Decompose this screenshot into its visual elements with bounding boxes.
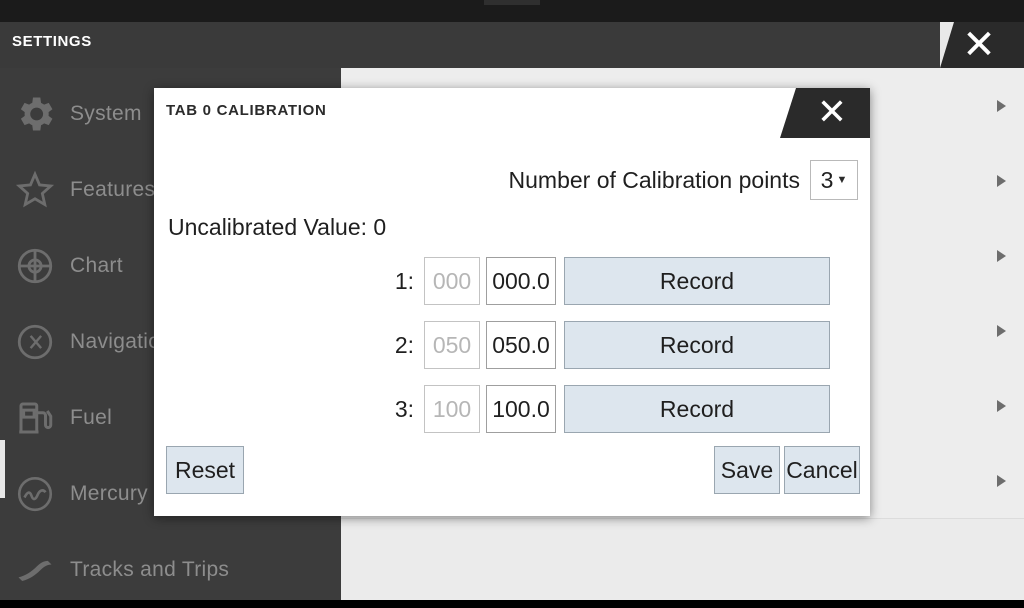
- chevron-right-icon: [997, 399, 1006, 412]
- chevron-down-icon: ▼: [836, 173, 848, 186]
- sidebar-item-label: Mercury: [70, 482, 148, 505]
- top-status-bar: [0, 0, 1024, 22]
- sidebar-item-label: Fuel: [70, 406, 113, 429]
- calibrated-value-field[interactable]: 100.0: [486, 385, 556, 433]
- close-icon[interactable]: ✕: [812, 94, 852, 132]
- chevron-right-icon: [997, 324, 1006, 337]
- record-button[interactable]: Record: [564, 257, 830, 305]
- sidebar-item-label: Tracks and Trips: [70, 558, 230, 581]
- calibration-row-1: 1: 000 000.0 Record: [154, 256, 870, 306]
- calibration-row-3: 3: 100 100.0 Record: [154, 384, 870, 434]
- uncalibrated-value-text: Uncalibrated Value: 0: [168, 214, 387, 240]
- raw-value-field[interactable]: 000: [424, 257, 480, 305]
- chevron-right-icon: [997, 99, 1006, 112]
- sidebar-item-tracks-and-trips[interactable]: Tracks and Trips: [0, 532, 341, 608]
- sidebar-item-label: System: [70, 102, 142, 125]
- gauge-icon: [0, 304, 70, 380]
- chevron-right-icon: [997, 249, 1006, 262]
- row-index-label: 2:: [394, 331, 414, 358]
- raw-value-field[interactable]: 050: [424, 321, 480, 369]
- window-title-bar: [0, 22, 940, 68]
- fuel-pump-icon: [0, 380, 70, 456]
- page-title: SETTINGS: [12, 33, 92, 50]
- calibration-points-label: Number of Calibration points: [508, 166, 800, 193]
- dialog-title: TAB 0 CALIBRATION: [166, 102, 327, 119]
- calibrated-value-field[interactable]: 000.0: [486, 257, 556, 305]
- reset-button[interactable]: Reset: [166, 446, 244, 494]
- calibration-points-select[interactable]: 3 ▼: [810, 160, 858, 200]
- calibration-dialog: TAB 0 CALIBRATION ✕ Number of Calibratio…: [154, 88, 870, 516]
- mercury-icon: [0, 456, 70, 532]
- row-index-label: 3:: [394, 395, 414, 422]
- top-bar-tab-indicator: [484, 0, 540, 5]
- sidebar-item-label: Features: [70, 178, 156, 201]
- chevron-right-icon: [997, 474, 1006, 487]
- row-index-label: 1:: [394, 267, 414, 294]
- calibrated-value-field[interactable]: 050.0: [486, 321, 556, 369]
- calibration-points-value: 3: [820, 166, 834, 193]
- star-icon: [0, 152, 70, 228]
- calibration-points-row: Number of Calibration points 3 ▼: [154, 160, 870, 200]
- record-button[interactable]: Record: [564, 321, 830, 369]
- chevron-right-icon: [997, 174, 1006, 187]
- save-button[interactable]: Save: [714, 446, 780, 494]
- cancel-button[interactable]: Cancel: [784, 446, 860, 494]
- compass-icon: [0, 228, 70, 304]
- close-icon[interactable]: ✕: [958, 25, 1000, 66]
- raw-value-field[interactable]: 100: [424, 385, 480, 433]
- gear-icon: [0, 76, 70, 152]
- calibration-row-2: 2: 050 050.0 Record: [154, 320, 870, 370]
- record-button[interactable]: Record: [564, 385, 830, 433]
- sidebar-item-label: Chart: [70, 254, 123, 277]
- track-icon: [0, 532, 70, 608]
